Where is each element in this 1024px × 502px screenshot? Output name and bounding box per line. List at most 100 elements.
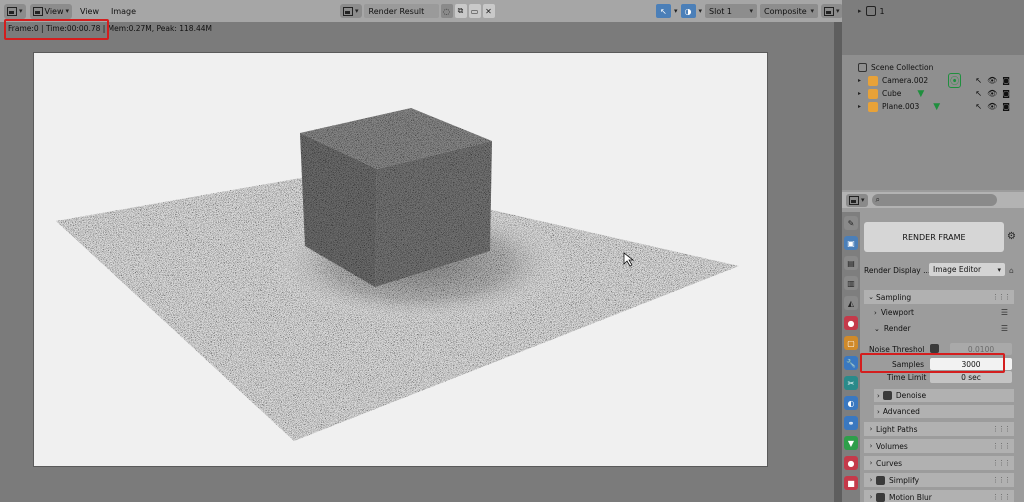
mesh-object-icon: [868, 101, 878, 112]
menu-image[interactable]: Image: [107, 7, 140, 16]
subpanel-viewport[interactable]: › Viewport ☰: [874, 306, 1014, 319]
panel-title: Light Paths: [876, 424, 918, 434]
subpanel-denoise[interactable]: › Denoise: [874, 389, 1014, 402]
camera-object-icon: [868, 75, 878, 86]
camera-data-icon[interactable]: ⦿: [948, 73, 962, 88]
tab-object[interactable]: ▢: [844, 336, 858, 350]
drag-handle-icon[interactable]: ⋮⋮⋮: [992, 442, 1011, 450]
render-frame-button[interactable]: RENDER FRAME: [864, 222, 1004, 252]
drag-handle-icon[interactable]: ⋮⋮⋮: [992, 493, 1011, 501]
select-icon[interactable]: ↖: [975, 76, 982, 85]
render-display-dropdown[interactable]: Image Editor ▾: [929, 263, 1005, 276]
chevron-down-icon: ▾: [698, 7, 703, 15]
eye-icon[interactable]: 👁: [987, 89, 997, 98]
outliner-collection-row[interactable]: Scene Collection: [842, 61, 1024, 74]
slot-dropdown[interactable]: Slot 1 ▾: [705, 4, 758, 18]
eye-icon[interactable]: 👁: [987, 76, 997, 85]
chevron-right-icon: ›: [869, 459, 873, 467]
expand-icon[interactable]: ▸: [858, 90, 864, 97]
denoise-checkbox[interactable]: [882, 391, 892, 400]
panel-volumes[interactable]: › Volumes ⋮⋮⋮: [864, 439, 1014, 453]
properties-editor-type-button[interactable]: ▾: [846, 193, 868, 207]
chevron-down-icon: ▾: [674, 7, 678, 15]
tab-constraints[interactable]: ⚭: [844, 416, 858, 430]
drag-handle-icon[interactable]: ⋮⋮⋮: [992, 293, 1011, 301]
mesh-data-icon[interactable]: ▼: [917, 89, 924, 99]
editor-type-button[interactable]: ▾: [4, 3, 26, 19]
tab-scene[interactable]: ◭: [844, 296, 858, 310]
subpanel-advanced[interactable]: › Advanced: [874, 405, 1014, 418]
tab-view-layer[interactable]: ▥: [844, 276, 858, 290]
panel-sampling[interactable]: ⌄ Sampling ⋮⋮⋮: [864, 290, 1014, 304]
lock-icon[interactable]: ⌂: [1009, 266, 1014, 275]
panel-curves[interactable]: › Curves ⋮⋮⋮: [864, 456, 1014, 470]
noise-threshold-checkbox[interactable]: [930, 344, 939, 353]
editor-edge-bar: [834, 22, 842, 502]
tab-material[interactable]: ●: [844, 456, 858, 470]
select-icon[interactable]: ↖: [975, 102, 982, 111]
image-browse-icon: [343, 6, 353, 16]
tab-render[interactable]: ▣: [844, 236, 858, 250]
tab-modifiers[interactable]: 🔧: [844, 356, 858, 370]
camera-icon[interactable]: ◙: [1002, 76, 1010, 85]
view-mode-dropdown[interactable]: View ▾: [29, 3, 73, 19]
new-image-button[interactable]: ▭: [468, 4, 481, 18]
view-mode-label: View: [44, 6, 64, 16]
outliner-count: 1: [879, 6, 885, 16]
layer-dropdown[interactable]: Composite ▾: [760, 4, 819, 18]
panel-simplify[interactable]: › Simplify ⋮⋮⋮: [864, 473, 1014, 487]
unlink-image-button[interactable]: ✕: [482, 4, 495, 18]
chevron-right-icon[interactable]: ▸: [858, 7, 862, 15]
panel-motion-blur[interactable]: › Motion Blur ⋮⋮⋮: [864, 490, 1014, 502]
motion-blur-checkbox[interactable]: [876, 492, 885, 502]
drag-handle-icon[interactable]: ⋮⋮⋮: [992, 459, 1011, 467]
browse-image-button[interactable]: ▾: [340, 4, 362, 18]
select-icon[interactable]: ↖: [975, 89, 982, 98]
expand-icon[interactable]: ▸: [858, 103, 864, 110]
outliner-row-camera[interactable]: ▸ Camera.002 ⦿ ↖ 👁 ◙: [842, 73, 1024, 88]
subpanel-render[interactable]: ⌄ Render ☰: [874, 322, 1014, 335]
eye-icon[interactable]: 👁: [987, 102, 997, 111]
list-icon[interactable]: ☰: [1001, 308, 1008, 317]
settings-icon[interactable]: ⚙: [1007, 231, 1016, 242]
properties-header: ▾ ⌕: [842, 192, 1024, 208]
subpanel-title: Denoise: [895, 391, 927, 400]
tab-tool[interactable]: ✎: [844, 216, 858, 230]
menu-view[interactable]: View: [76, 7, 103, 16]
tab-output[interactable]: ▤: [844, 256, 858, 270]
view-mode-icon: [32, 6, 43, 16]
list-icon[interactable]: ☰: [1001, 324, 1008, 333]
gizmo-toggle[interactable]: ↖: [656, 4, 671, 18]
image-name-field[interactable]: Render Result: [363, 4, 439, 18]
wrench-icon: 🔧: [846, 358, 856, 368]
camera-icon[interactable]: ◙: [1002, 89, 1010, 98]
expand-icon[interactable]: ▸: [858, 77, 864, 84]
display-channels-button[interactable]: ▾: [821, 4, 843, 18]
tab-physics[interactable]: ◐: [844, 396, 858, 410]
render-result-canvas[interactable]: [33, 52, 768, 467]
overlay-toggle[interactable]: ◑: [680, 4, 696, 18]
simplify-checkbox[interactable]: [876, 475, 885, 485]
drag-handle-icon[interactable]: ⋮⋮⋮: [992, 476, 1011, 484]
view-layer-icon: [865, 6, 876, 16]
stats-highlight-box: [4, 19, 109, 40]
chevron-down-icon: ▾: [810, 7, 815, 15]
tab-particles[interactable]: ✂: [844, 376, 858, 390]
properties-search-input[interactable]: ⌕: [871, 194, 997, 206]
tab-data[interactable]: ▼: [844, 436, 858, 450]
outliner-row-cube[interactable]: ▸ Cube ▼ ↖ 👁 ◙: [842, 87, 1024, 100]
panel-light-paths[interactable]: › Light Paths ⋮⋮⋮: [864, 422, 1014, 436]
fake-user-button[interactable]: ◌: [440, 4, 453, 18]
drag-handle-icon[interactable]: ⋮⋮⋮: [992, 425, 1011, 433]
chevron-down-icon: ⌄: [868, 293, 874, 301]
outliner-row-plane[interactable]: ▸ Plane.003 ▼ ↖ 👁 ◙: [842, 100, 1024, 113]
duplicate-image-button[interactable]: ⧉: [454, 4, 467, 18]
camera-icon[interactable]: ◙: [1002, 102, 1010, 111]
tab-world[interactable]: ●: [844, 316, 858, 330]
chevron-down-icon: ▾: [861, 196, 865, 204]
mesh-data-icon[interactable]: ▼: [933, 102, 940, 112]
tab-texture[interactable]: ■: [844, 476, 858, 490]
row-toggles: ↖ 👁 ◙: [975, 102, 1010, 111]
properties-editor: ▾ ⌕ ✎ ▣ ▤ ▥ ◭ ● ▢ 🔧 ✂ ◐ ⚭ ▼ ● ■ RENDER F…: [842, 190, 1024, 502]
chevron-right-icon: ›: [877, 407, 880, 416]
